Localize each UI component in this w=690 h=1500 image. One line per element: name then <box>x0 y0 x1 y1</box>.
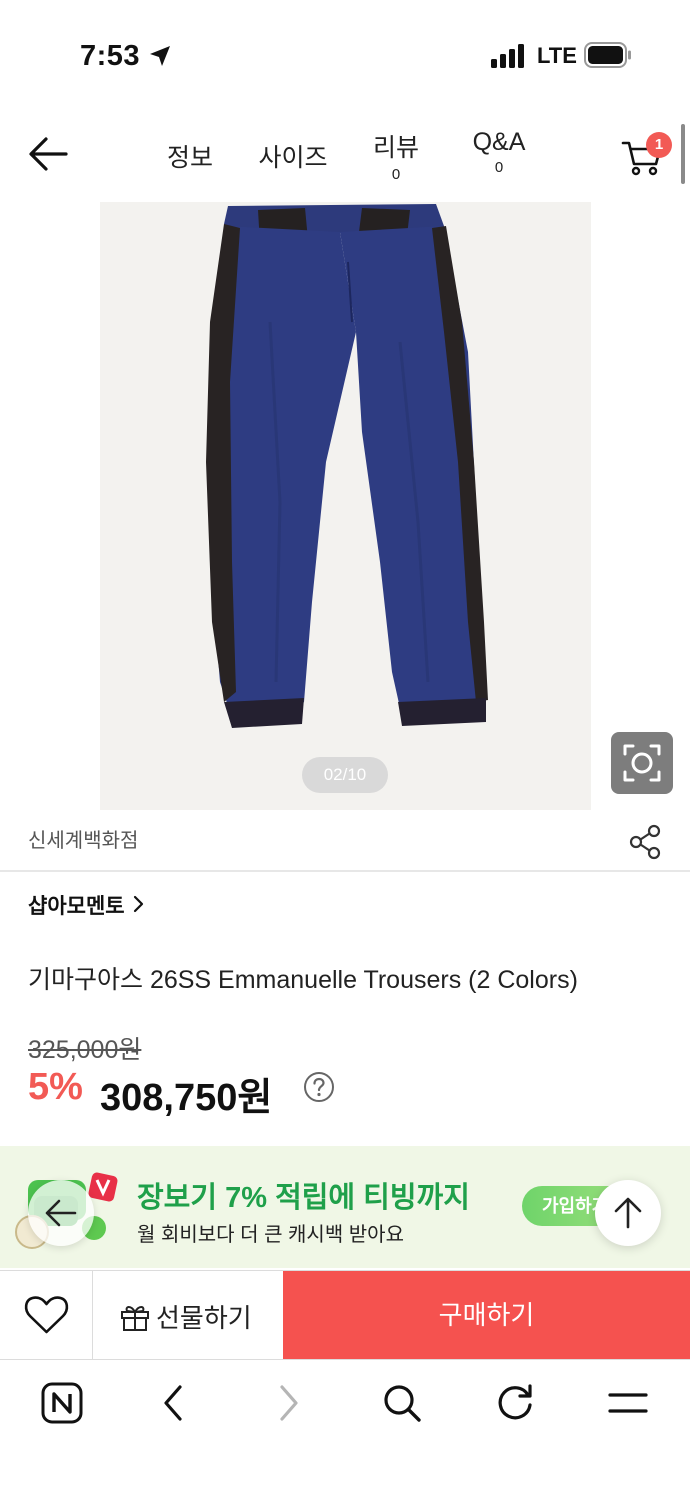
question-icon[interactable] <box>303 1071 335 1103</box>
signal-icon <box>491 44 524 68</box>
heart-icon <box>24 1296 69 1334</box>
original-price: 325,000원 <box>28 1036 142 1064</box>
gift-icon <box>121 1306 149 1331</box>
image-search-button[interactable] <box>611 732 673 794</box>
gift-label: 선물하기 <box>156 1303 252 1333</box>
trousers-illustration <box>206 204 488 728</box>
cart-count-badge: 1 <box>646 132 672 158</box>
chevron-left-icon[interactable] <box>152 1381 196 1425</box>
tab-info-label: 정보 <box>166 144 213 172</box>
reload-icon[interactable] <box>493 1381 537 1425</box>
tab-qna-label: Q&A <box>472 128 526 156</box>
product-image[interactable] <box>100 202 591 810</box>
banner-title: 장보기 7% 적립에 티빙까지 <box>137 1182 470 1214</box>
image-counter: 02/10 <box>302 757 388 793</box>
tab-qna-count: 0 <box>494 159 504 176</box>
wishlist-button[interactable] <box>0 1271 93 1359</box>
tab-size[interactable]: 사이즈 <box>252 138 334 174</box>
battery-icon <box>584 42 631 68</box>
tab-review-label: 리뷰 <box>372 134 419 162</box>
menu-icon[interactable] <box>606 1381 650 1425</box>
store-name[interactable]: 신세계백화점 <box>28 824 138 853</box>
buy-button[interactable]: 구매하기 <box>283 1271 690 1359</box>
status-time: 7:53 <box>80 40 141 72</box>
discount-rate: 5% <box>28 1066 83 1108</box>
product-title: 기마구아스 26SS Emmanuelle Trousers (2 Colors… <box>28 966 578 994</box>
share-icon[interactable] <box>628 824 662 860</box>
gift-button[interactable]: 선물하기 <box>94 1271 282 1359</box>
network-type: LTE <box>537 43 577 68</box>
product-nav-bar: 정보 사이즈 리뷰 0 Q&A 0 <box>0 110 690 200</box>
chevron-right-icon <box>133 895 144 913</box>
status-bar: 7:53 LTE <box>0 0 690 110</box>
tab-size-label: 사이즈 <box>258 144 328 172</box>
purchase-action-bar: 선물하기 구매하기 <box>0 1270 690 1360</box>
tab-review[interactable]: 리뷰 0 <box>366 128 426 183</box>
arrow-up-icon <box>614 1197 642 1229</box>
location-arrow-icon <box>150 46 170 66</box>
floating-back-button[interactable] <box>28 1180 94 1246</box>
back-arrow-icon[interactable] <box>26 134 70 174</box>
naver-n-icon[interactable] <box>40 1381 84 1425</box>
scroll-to-top-button[interactable] <box>595 1180 661 1246</box>
banner-subtitle: 월 회비보다 더 큰 캐시백 받아요 <box>137 1224 404 1246</box>
arrow-left-icon <box>45 1199 77 1227</box>
browser-toolbar <box>0 1361 690 1500</box>
membership-banner[interactable]: 장보기 7% 적립에 티빙까지 월 회비보다 더 큰 캐시백 받아요 가입하기 <box>0 1146 690 1268</box>
chevron-right-icon[interactable] <box>266 1381 310 1425</box>
image-search-icon <box>623 744 661 782</box>
tab-qna[interactable]: Q&A 0 <box>464 128 534 176</box>
section-divider <box>0 870 690 872</box>
sale-price: 308,750원 <box>100 1077 273 1119</box>
search-icon[interactable] <box>380 1381 424 1425</box>
page-scrollbar[interactable] <box>681 124 685 184</box>
tab-info[interactable]: 정보 <box>160 138 220 174</box>
tab-review-count: 0 <box>391 166 401 183</box>
brand-link[interactable]: 샵아모멘토 <box>28 890 125 920</box>
